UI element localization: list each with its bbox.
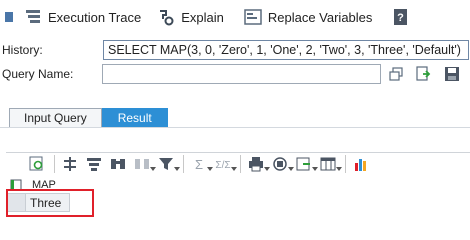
svg-text:?: ? — [398, 12, 405, 24]
execution-trace-label: Execution Trace — [48, 9, 142, 25]
tab-result[interactable]: Result — [101, 108, 168, 128]
help-icon: ? — [392, 8, 410, 26]
tab-input-query[interactable]: Input Query — [9, 108, 102, 128]
toolbar-separator — [345, 154, 346, 173]
print-icon[interactable] — [245, 154, 270, 174]
replace-variables-icon — [244, 8, 262, 26]
execution-trace-button[interactable]: Execution Trace — [20, 5, 145, 29]
main-toolbar: Execution Trace Explain Replace Variable… — [0, 0, 470, 34]
details-icon[interactable] — [26, 154, 48, 174]
load-query-icon[interactable] — [414, 64, 434, 84]
replace-variables-label: Replace Variables — [267, 9, 373, 25]
history-row: History: — [0, 38, 470, 62]
tab-divider — [0, 127, 470, 128]
execution-trace-icon — [24, 8, 42, 26]
toolbar-separator — [183, 154, 184, 173]
partial-toolbar-button[interactable] — [0, 5, 20, 29]
subtotal-icon[interactable]: Σ/Σ — [212, 154, 237, 174]
query-name-field[interactable] — [101, 64, 381, 84]
history-field[interactable] — [103, 40, 469, 60]
query-name-row: Query Name: — [0, 62, 470, 86]
copy-window-icon[interactable] — [386, 64, 406, 84]
align-center-icon[interactable] — [59, 154, 81, 174]
sort-icon[interactable] — [83, 154, 105, 174]
layout-icon[interactable] — [317, 154, 342, 174]
partial-icon — [4, 8, 16, 26]
toolbar-separator — [240, 154, 241, 173]
find-icon[interactable] — [107, 154, 129, 174]
explain-icon — [157, 8, 175, 26]
result-toolbar: Σ Σ/Σ — [6, 152, 470, 174]
save-icon[interactable] — [442, 64, 462, 84]
explain-label: Explain — [181, 9, 224, 25]
tab-bar: Input Query Result — [9, 108, 168, 128]
svg-text:Σ/Σ: Σ/Σ — [215, 160, 230, 171]
find-next-icon[interactable] — [131, 154, 156, 174]
export-icon[interactable] — [293, 154, 318, 174]
chart-icon[interactable] — [350, 154, 372, 174]
history-label: History: — [2, 43, 43, 57]
toolbar-separator — [54, 154, 55, 173]
views-icon[interactable] — [269, 154, 294, 174]
replace-variables-button[interactable]: Replace Variables — [240, 5, 377, 29]
filter-icon[interactable] — [155, 154, 180, 174]
query-name-label: Query Name: — [2, 67, 74, 81]
svg-text:Σ: Σ — [195, 157, 203, 172]
highlight-box — [6, 189, 94, 217]
help-button[interactable]: ? — [388, 5, 414, 29]
explain-button[interactable]: Explain — [153, 5, 228, 29]
sum-icon[interactable]: Σ — [188, 154, 213, 174]
